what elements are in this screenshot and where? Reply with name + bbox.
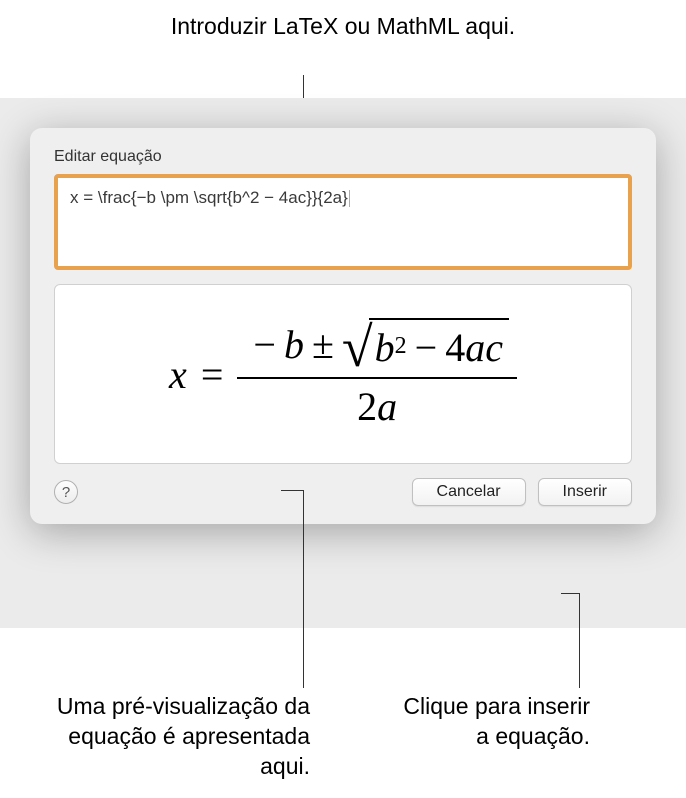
var-b: b [284, 321, 304, 368]
rendered-formula: x = −b ± √ b2 − 4ac 2a [169, 318, 517, 430]
sqrt-content: b2 − 4ac [369, 318, 509, 371]
equation-input[interactable] [54, 174, 632, 270]
formula-lhs: x [169, 351, 187, 398]
equation-input-wrap: x = \frac{−b \pm \sqrt{b^2 − 4ac}}{2a} [54, 174, 632, 270]
callout-line-preview [303, 490, 304, 688]
help-button[interactable]: ? [54, 480, 78, 504]
den-2: 2 [357, 384, 377, 429]
callout-insert: Clique para inserir a equação. [390, 692, 590, 752]
sqrt-minus: − [415, 324, 438, 371]
edit-equation-dialog: Editar equação x = \frac{−b \pm \sqrt{b^… [30, 128, 656, 524]
plus-minus: ± [312, 321, 334, 368]
sqrt-c: c [485, 324, 503, 371]
dialog-title: Editar equação [54, 148, 632, 166]
fraction-numerator: −b ± √ b2 − 4ac [237, 318, 517, 379]
formula-equals: = [201, 351, 224, 398]
den-a: a [377, 384, 397, 429]
formula-fraction: −b ± √ b2 − 4ac 2a [237, 318, 517, 430]
neg-sign: − [253, 321, 276, 368]
cancel-button[interactable]: Cancelar [412, 478, 526, 506]
dialog-bottom-row: ? Cancelar Inserir [54, 478, 632, 506]
callout-line-insert [579, 593, 580, 688]
button-group: Cancelar Inserir [412, 478, 632, 506]
fraction-denominator: 2a [357, 379, 397, 430]
sqrt-4: 4 [445, 324, 465, 371]
insert-button[interactable]: Inserir [538, 478, 632, 506]
callout-preview: Uma pré-visualização da equação é aprese… [20, 692, 310, 782]
sqrt-b: b [375, 324, 395, 371]
equation-preview: x = −b ± √ b2 − 4ac 2a [54, 284, 632, 464]
sqrt-a: a [465, 324, 485, 371]
callout-input: Introduzir LaTeX ou MathML aqui. [0, 12, 686, 42]
sqrt-exp: 2 [395, 333, 407, 360]
sqrt: √ b2 − 4ac [342, 318, 509, 371]
